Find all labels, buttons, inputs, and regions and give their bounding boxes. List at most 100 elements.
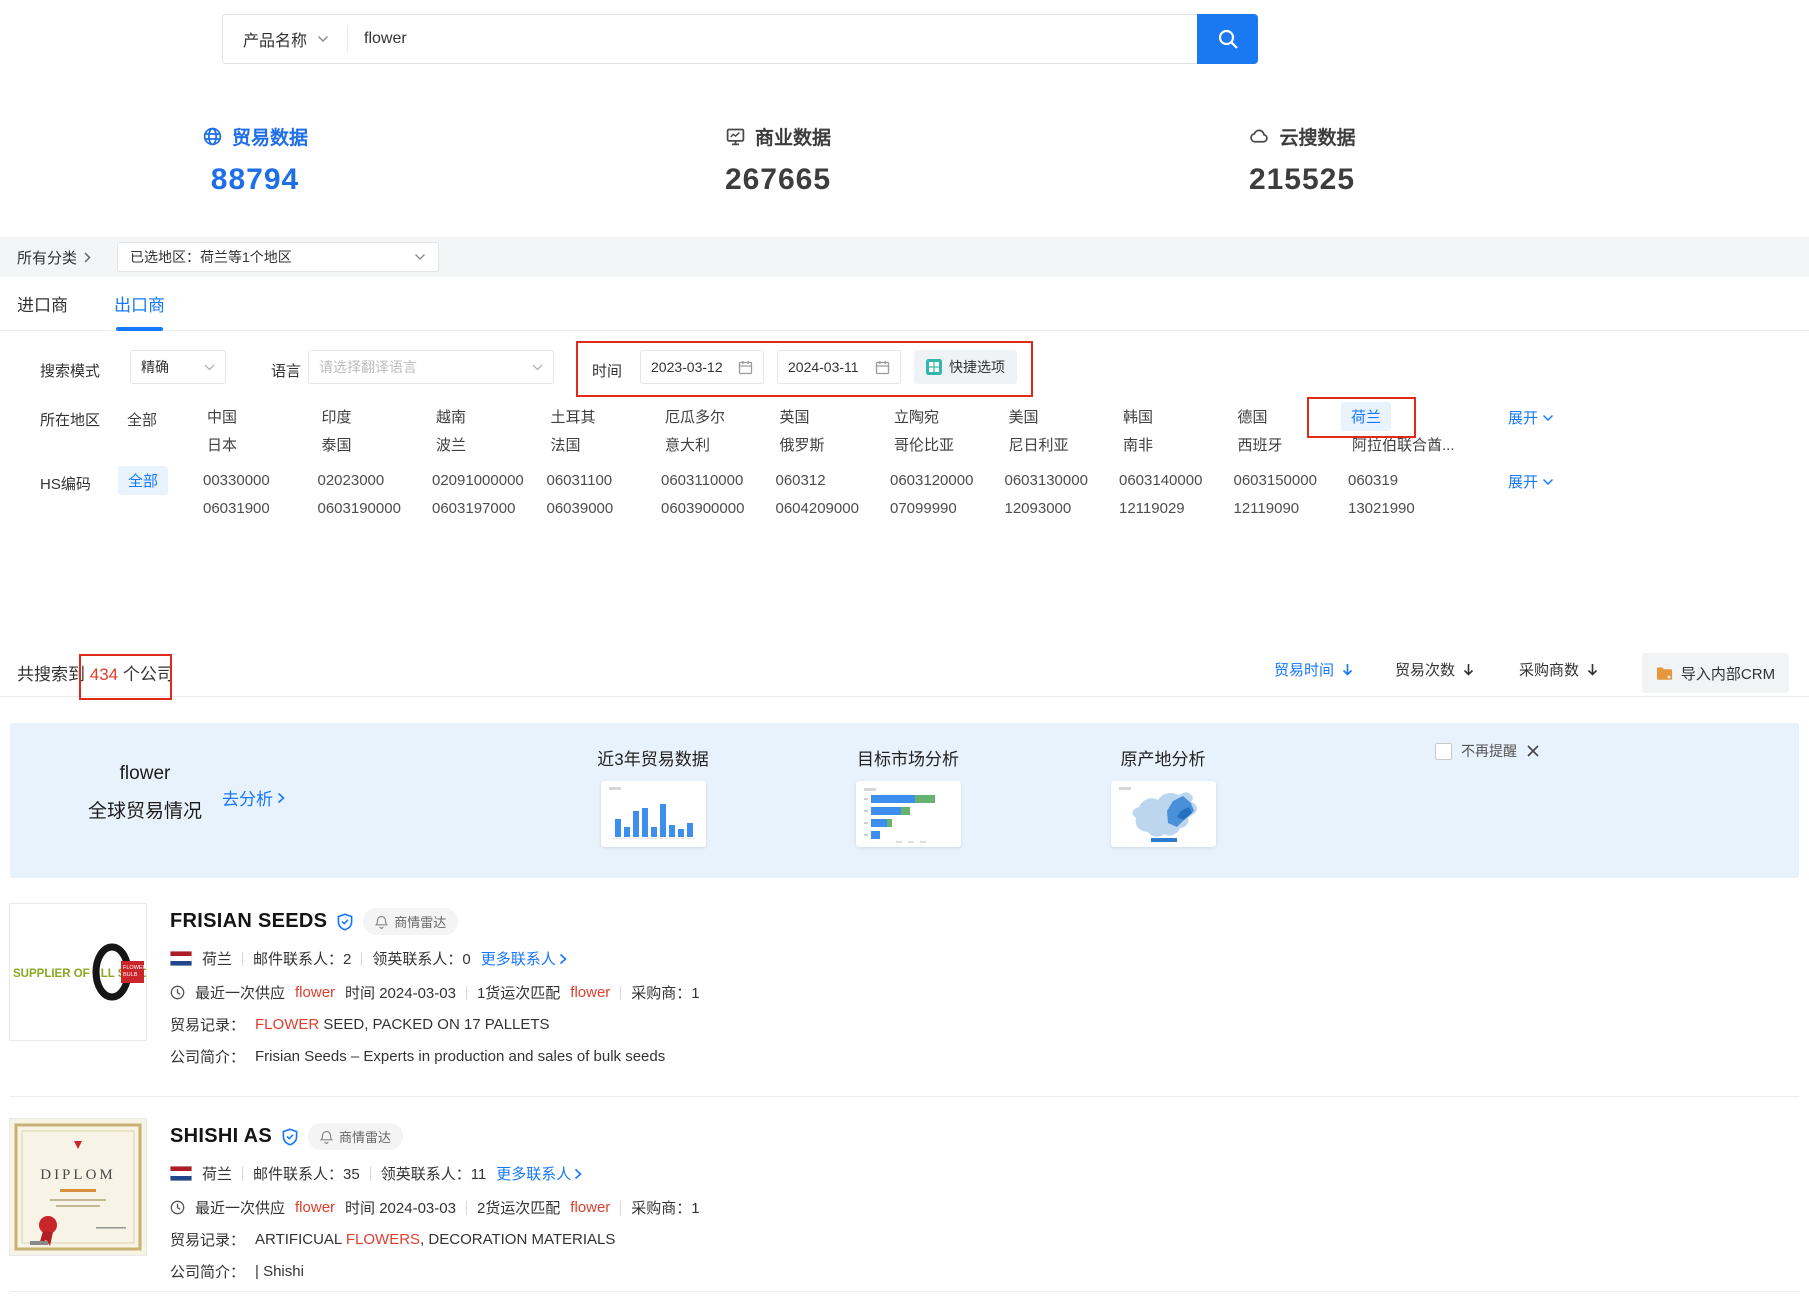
- hs-all-selected[interactable]: 全部: [118, 466, 168, 495]
- all-categories-link[interactable]: 所有分类: [17, 247, 91, 268]
- region-item[interactable]: 日本: [207, 434, 322, 455]
- results-count-text: 共搜索到 434 个公司: [17, 660, 174, 685]
- region-item[interactable]: 英国: [780, 406, 895, 427]
- region-item[interactable]: 哥伦比亚: [894, 434, 1009, 455]
- banner-subtitle: 全球贸易情况: [60, 796, 230, 823]
- sort-trade-count[interactable]: 贸易次数: [1395, 659, 1475, 680]
- company-supply-row: 最近一次供应 flower 时间 2024-03-03 2货运次匹配 flowe…: [170, 1197, 700, 1218]
- tab-importer[interactable]: 进口商: [17, 277, 68, 330]
- hs-code-item[interactable]: 0603120000: [890, 472, 1005, 489]
- region-item[interactable]: 法国: [551, 434, 666, 455]
- region-item[interactable]: 意大利: [665, 434, 780, 455]
- market-chart-thumbnail: [856, 781, 961, 847]
- hs-code-item[interactable]: 0603110000: [661, 472, 776, 489]
- calendar-icon: [875, 360, 890, 375]
- hs-row-2: 0603190006031900000603197000060390000603…: [203, 494, 1463, 522]
- region-item[interactable]: 波兰: [436, 434, 551, 455]
- region-item[interactable]: 泰国: [322, 434, 437, 455]
- banner-card2-title: 目标市场分析: [798, 745, 1018, 770]
- region-item[interactable]: 西班牙: [1238, 434, 1353, 455]
- sort-trade-time[interactable]: 贸易时间: [1274, 659, 1354, 680]
- sort-buyer-count[interactable]: 采购商数: [1519, 659, 1599, 680]
- stat-cloud-data[interactable]: 云搜数据 215525: [1182, 123, 1422, 197]
- hs-code-item[interactable]: 0603197000: [432, 500, 547, 517]
- region-item[interactable]: 立陶宛: [894, 406, 1009, 427]
- search-mode-select[interactable]: 精确: [130, 350, 226, 384]
- hs-code-item[interactable]: 0604209000: [776, 500, 891, 517]
- region-item[interactable]: 美国: [1009, 406, 1124, 427]
- region-item[interactable]: 阿拉伯联合酋...: [1352, 434, 1467, 455]
- business-radar-badge[interactable]: 商情雷达: [308, 1123, 403, 1150]
- dont-remind-checkbox[interactable]: [1435, 743, 1452, 760]
- hs-code-item[interactable]: 00330000: [203, 472, 318, 489]
- hs-code-item[interactable]: 060312: [776, 472, 891, 489]
- company-name[interactable]: FRISIAN SEEDS: [170, 910, 327, 933]
- region-item[interactable]: 南非: [1123, 434, 1238, 455]
- banner-card-origin-analysis[interactable]: 原产地分析: [1053, 745, 1273, 847]
- search-input[interactable]: [348, 30, 1197, 48]
- hs-code-item[interactable]: 12119029: [1119, 500, 1234, 517]
- region-all[interactable]: 全部: [127, 409, 157, 430]
- calendar-icon: [738, 360, 753, 375]
- region-item[interactable]: 越南: [436, 406, 551, 427]
- hs-expand-link[interactable]: 展开: [1508, 471, 1554, 492]
- hs-code-item[interactable]: 06031900: [203, 500, 318, 517]
- region-item[interactable]: 厄瓜多尔: [665, 406, 780, 427]
- region-item[interactable]: 印度: [322, 406, 437, 427]
- business-radar-badge[interactable]: 商情雷达: [363, 908, 458, 935]
- hs-code-item[interactable]: 0603900000: [661, 500, 776, 517]
- language-select[interactable]: 请选择翻译语言: [308, 350, 554, 384]
- hs-code-item[interactable]: 0603150000: [1234, 472, 1349, 489]
- close-icon[interactable]: [1526, 744, 1540, 758]
- more-contacts-link[interactable]: 更多联系人: [481, 948, 567, 969]
- region-item[interactable]: 尼日利亚: [1009, 434, 1124, 455]
- region-item[interactable]: 俄罗斯: [780, 434, 895, 455]
- search-button[interactable]: [1197, 14, 1258, 64]
- go-analyze-link[interactable]: 去分析: [222, 785, 285, 810]
- hs-code-item[interactable]: 02091000000: [432, 472, 547, 489]
- hs-code-item[interactable]: 06031100: [547, 472, 662, 489]
- supply-keyword: flower: [295, 984, 335, 1001]
- hs-code-item[interactable]: 0603190000: [318, 500, 433, 517]
- hs-code-item[interactable]: 0603130000: [1005, 472, 1120, 489]
- hs-code-item[interactable]: 06039000: [547, 500, 662, 517]
- chevron-down-icon: [204, 364, 215, 371]
- more-contacts-label: 更多联系人: [481, 948, 556, 969]
- stat-business-label: 商业数据: [755, 123, 831, 150]
- selected-region-dropdown[interactable]: 已选地区：荷兰等1个地区: [117, 242, 439, 272]
- region-item[interactable]: 中国: [207, 406, 322, 427]
- hs-code-item[interactable]: 02023000: [318, 472, 433, 489]
- more-contacts-link[interactable]: 更多联系人: [496, 1163, 582, 1184]
- quick-options-button[interactable]: 快捷选项: [914, 350, 1017, 384]
- company-name[interactable]: SHISHI AS: [170, 1125, 272, 1148]
- stat-trade-data[interactable]: 贸易数据 88794: [135, 123, 375, 197]
- stat-business-data[interactable]: 商业数据 267665: [658, 123, 898, 197]
- hs-code-item[interactable]: 060319: [1348, 472, 1463, 489]
- date-to-input[interactable]: 2024-03-11: [777, 350, 901, 384]
- region-item[interactable]: 韩国: [1123, 406, 1238, 427]
- hs-code-item[interactable]: 0603140000: [1119, 472, 1234, 489]
- tab-exporter[interactable]: 出口商: [114, 277, 165, 330]
- hs-code-item[interactable]: 07099990: [890, 500, 1005, 517]
- date-from-input[interactable]: 2023-03-12: [640, 350, 764, 384]
- region-item-selected[interactable]: 荷兰: [1341, 402, 1391, 431]
- quick-options-label: 快捷选项: [949, 357, 1005, 377]
- divider: [466, 986, 467, 1000]
- import-crm-button[interactable]: 导入内部CRM: [1642, 653, 1789, 693]
- hs-code-item[interactable]: 13021990: [1348, 500, 1463, 517]
- shield-icon: [282, 1128, 298, 1146]
- region-item[interactable]: 德国: [1238, 406, 1353, 427]
- company-logo: SUPPLIER OF ALL SEEDS FLOWER BULB: [9, 903, 147, 1041]
- bar-chart-thumbnail: [601, 781, 706, 847]
- hs-code-item[interactable]: 12093000: [1005, 500, 1120, 517]
- shipments-keyword: flower: [570, 984, 610, 1001]
- chevron-down-icon: [414, 253, 426, 261]
- banner-card-target-market[interactable]: 目标市场分析: [798, 745, 1018, 847]
- company-title-row: FRISIAN SEEDS 商情雷达: [170, 908, 458, 935]
- search-category-dropdown[interactable]: 产品名称: [223, 27, 347, 51]
- banner-card-trade-trend[interactable]: 近3年贸易数据: [543, 745, 763, 847]
- stat-cloud-value: 215525: [1182, 163, 1422, 197]
- region-expand-link[interactable]: 展开: [1508, 407, 1554, 428]
- hs-code-item[interactable]: 12119090: [1234, 500, 1349, 517]
- region-item[interactable]: 土耳其: [551, 406, 666, 427]
